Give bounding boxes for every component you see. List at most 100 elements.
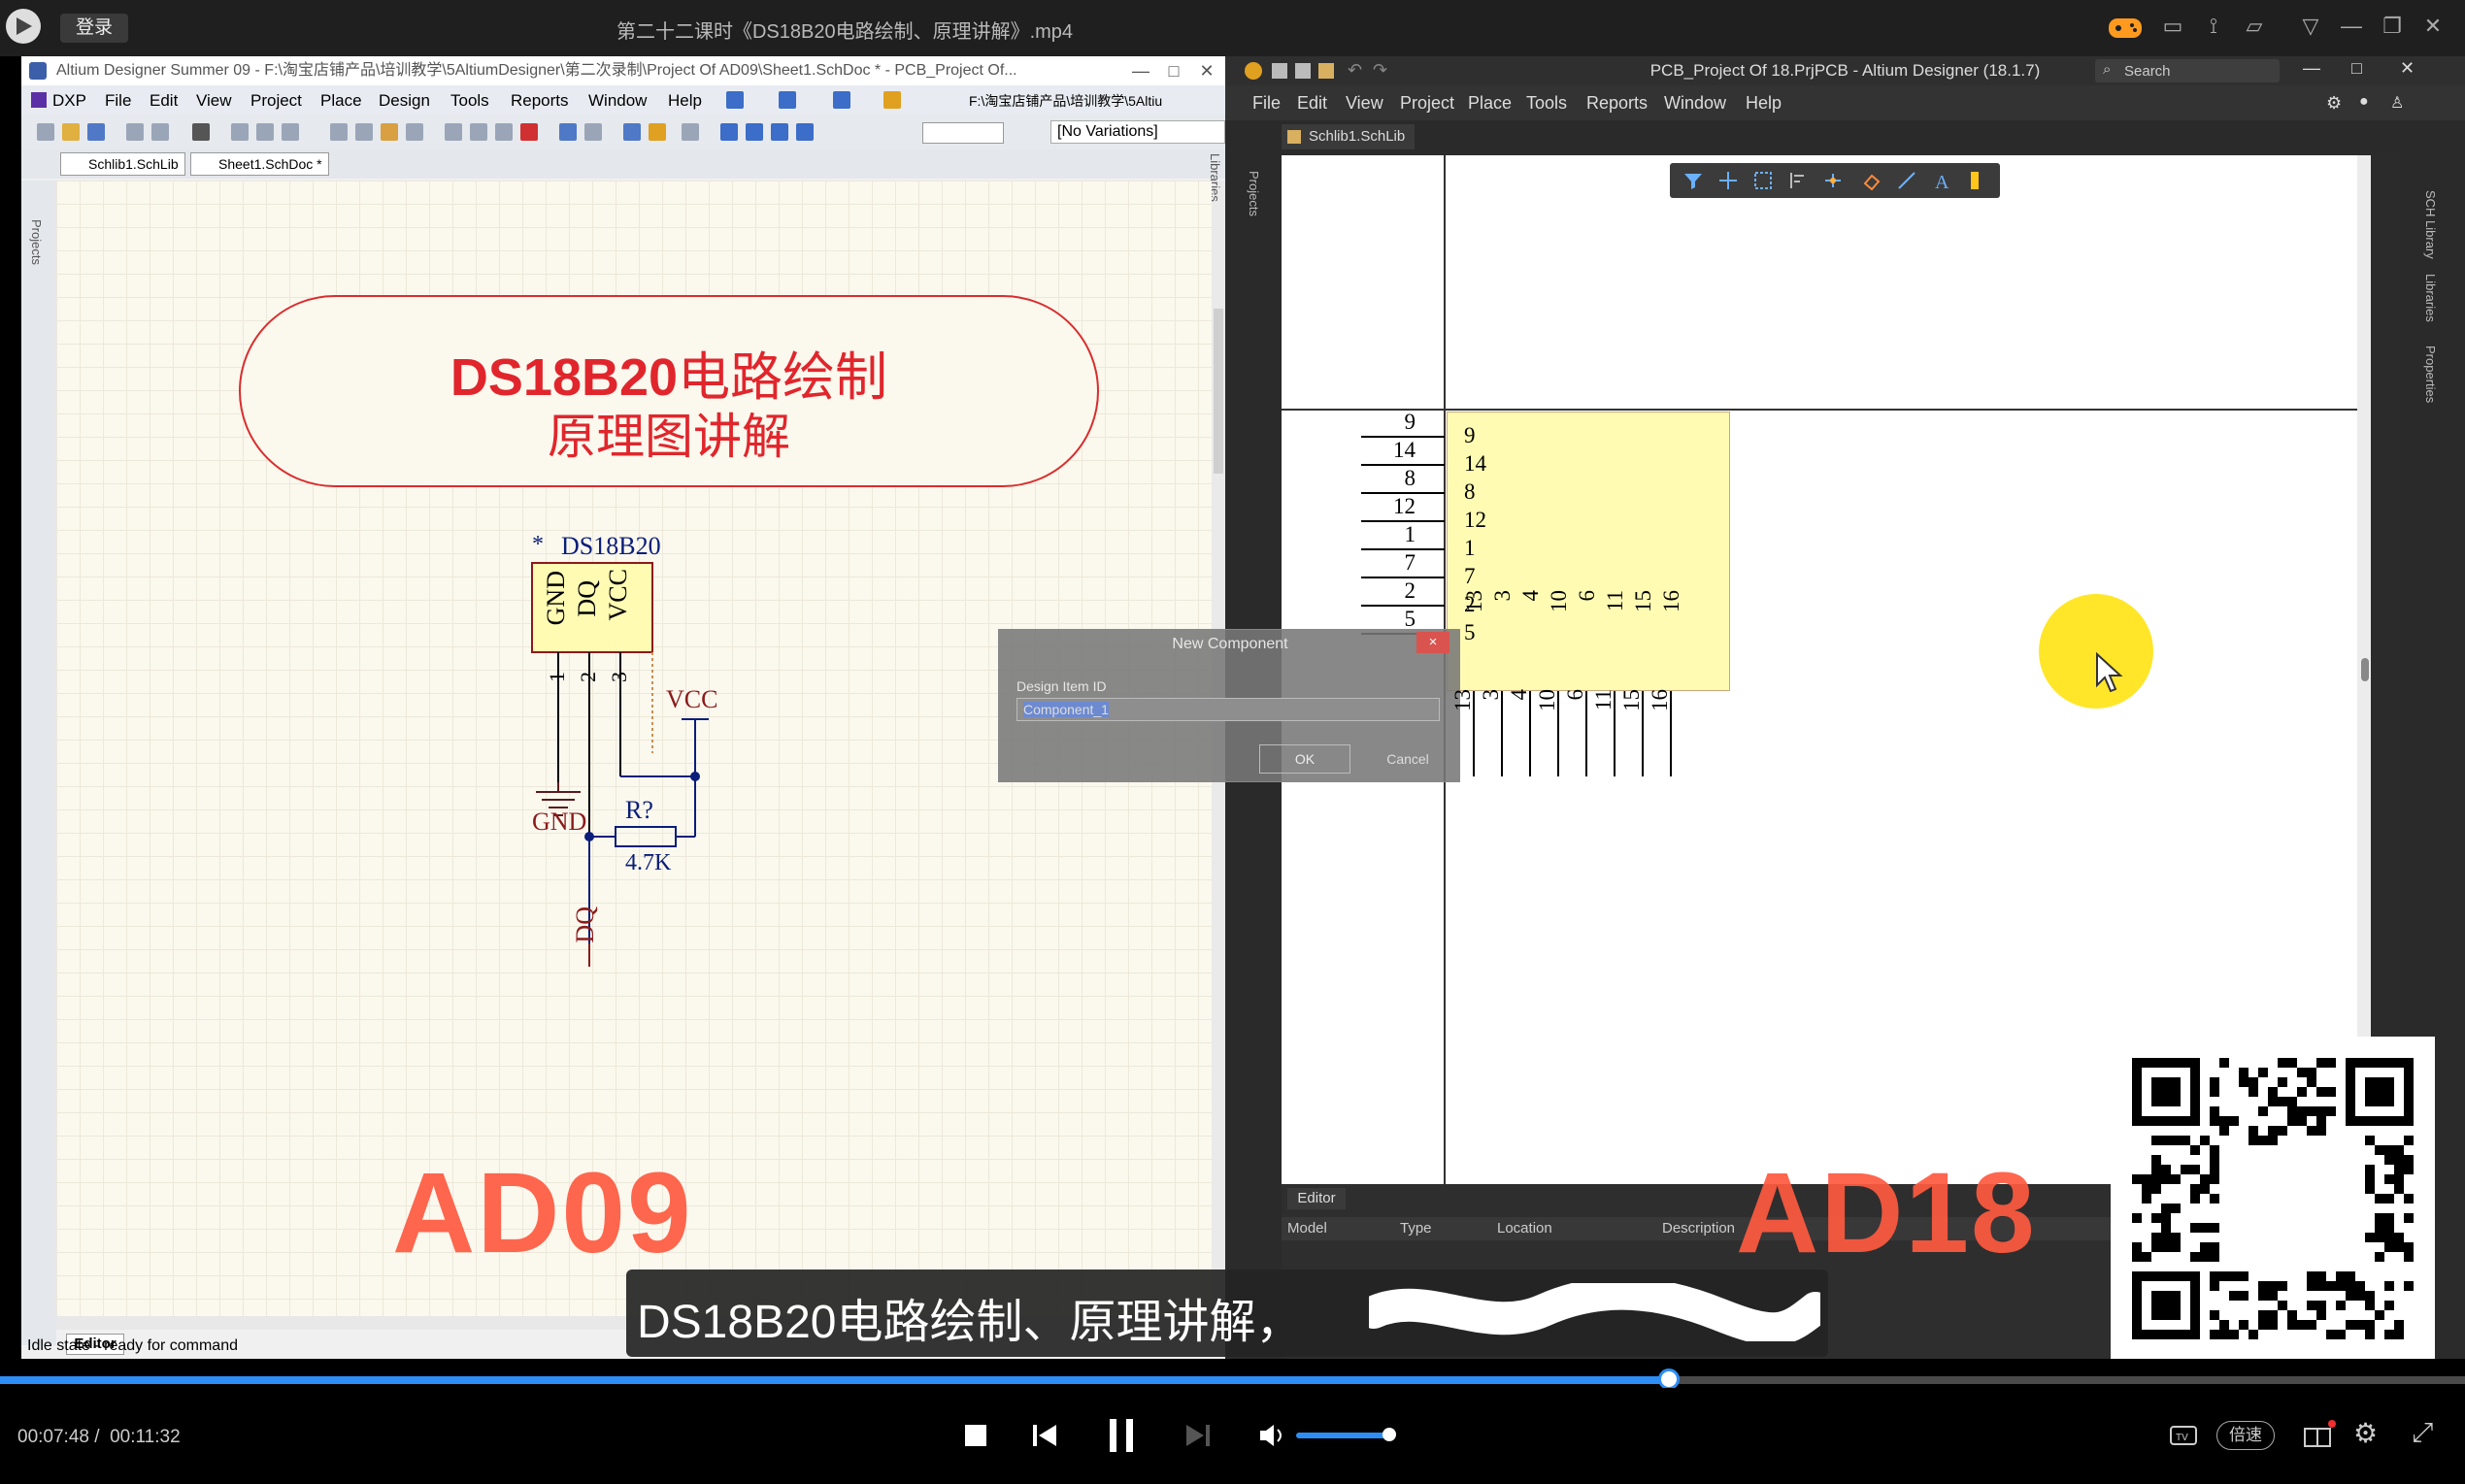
- ad18-minimize-icon[interactable]: —: [2303, 58, 2320, 79]
- wire-icon[interactable]: [720, 123, 738, 141]
- port-tool-icon[interactable]: [833, 91, 850, 109]
- ad18-open-icon[interactable]: [1318, 63, 1334, 79]
- zoom-fit-icon[interactable]: [231, 123, 249, 141]
- menu-place[interactable]: Place: [320, 91, 362, 111]
- ad18-menu-reports[interactable]: Reports: [1586, 93, 1648, 114]
- ad18-menu-edit[interactable]: Edit: [1297, 93, 1327, 114]
- undo-icon[interactable]: [559, 123, 577, 141]
- device-sheet-icon[interactable]: [192, 123, 210, 141]
- game-controller-icon[interactable]: [2107, 12, 2144, 43]
- restore-icon[interactable]: ❐: [2379, 13, 2406, 40]
- ad18-search-box[interactable]: ⌕ Search: [2095, 59, 2280, 82]
- tab-schlib1[interactable]: Schlib1.SchLib: [60, 152, 185, 176]
- variations-dropdown[interactable]: [No Variations]: [1050, 120, 1225, 144]
- ad18-undo-icon[interactable]: ↶: [1348, 60, 1362, 81]
- close-icon[interactable]: ✕: [2419, 13, 2447, 40]
- ad09-path-box[interactable]: F:\淘宝店铺产品\培训教学\5Altiu: [969, 91, 1162, 111]
- ad18-menu-view[interactable]: View: [1346, 93, 1383, 114]
- ad18-editor-tab[interactable]: Editor: [1287, 1188, 1346, 1209]
- dialog-ok-button[interactable]: OK: [1259, 744, 1350, 774]
- volume-handle[interactable]: [1382, 1428, 1396, 1441]
- ad18-saveall-icon[interactable]: [1295, 63, 1311, 79]
- ad18-close-icon[interactable]: ✕: [2400, 58, 2415, 79]
- ad18-notification-icon[interactable]: ●: [2359, 93, 2369, 111]
- volume-icon[interactable]: [1258, 1423, 1287, 1448]
- ad18-settings-icon[interactable]: ⚙: [2326, 93, 2342, 114]
- ieee-symbol-icon[interactable]: [1821, 169, 1845, 192]
- place-pin-icon[interactable]: [1716, 169, 1740, 192]
- place-part-icon[interactable]: [796, 123, 814, 141]
- cut-icon[interactable]: [330, 123, 348, 141]
- ad18-scroll-thumb[interactable]: [2361, 658, 2369, 681]
- volume-slider[interactable]: [1296, 1433, 1389, 1438]
- copy-icon[interactable]: [355, 123, 373, 141]
- design-item-id-input[interactable]: Component_1: [1016, 698, 1440, 721]
- power-tool-icon[interactable]: [883, 91, 901, 109]
- pause-icon[interactable]: [1107, 1417, 1136, 1454]
- ad09-maximize-icon[interactable]: □: [1161, 58, 1186, 83]
- cross-select-icon[interactable]: [495, 123, 513, 141]
- gift-icon[interactable]: [2301, 1419, 2336, 1450]
- tab-sheet1[interactable]: Sheet1.SchDoc *: [190, 152, 329, 176]
- highlight-tool-icon[interactable]: [1963, 169, 1986, 192]
- eraser-icon[interactable]: [1860, 169, 1883, 192]
- ad18-projects-panel-tab[interactable]: Projects: [1247, 171, 1261, 216]
- libraries-panel-tab-ad18[interactable]: Libraries: [2423, 274, 2438, 322]
- probe-icon[interactable]: [649, 123, 666, 141]
- bus-tool-icon[interactable]: [779, 91, 796, 109]
- browse-library-icon[interactable]: [682, 123, 699, 141]
- menu-view[interactable]: View: [196, 91, 232, 111]
- wire-tool-icon[interactable]: [726, 91, 744, 109]
- net-label-icon[interactable]: [746, 123, 763, 141]
- screen-icon[interactable]: ▭: [2159, 13, 2186, 40]
- col-model[interactable]: Model: [1287, 1220, 1327, 1237]
- open-icon[interactable]: [62, 123, 80, 141]
- line-tool-icon[interactable]: [1895, 169, 1918, 192]
- col-description[interactable]: Description: [1662, 1220, 1735, 1237]
- paste-icon[interactable]: [381, 123, 398, 141]
- menu-dxp[interactable]: DXP: [52, 91, 86, 111]
- rubber-stamp-icon[interactable]: [406, 123, 423, 141]
- menu-dropdown-icon[interactable]: ▽: [2297, 13, 2324, 40]
- bus-entry-icon[interactable]: [771, 123, 788, 141]
- menu-tools[interactable]: Tools: [450, 91, 489, 111]
- ad18-tab-schlib1[interactable]: Schlib1.SchLib: [1282, 124, 1416, 149]
- zoom-select-icon[interactable]: [282, 123, 299, 141]
- ad09-scroll-thumb[interactable]: [1214, 309, 1223, 474]
- zoom-area-icon[interactable]: [256, 123, 274, 141]
- sch-library-panel-tab[interactable]: SCH Library: [2423, 190, 2438, 259]
- previous-icon[interactable]: [1031, 1423, 1058, 1448]
- ad18-redo-icon[interactable]: ↷: [1373, 60, 1387, 81]
- menu-edit[interactable]: Edit: [150, 91, 178, 111]
- ad09-close-icon[interactable]: ✕: [1194, 58, 1219, 83]
- print-icon[interactable]: [126, 123, 144, 141]
- component-body[interactable]: [1447, 412, 1730, 691]
- menu-help[interactable]: Help: [668, 91, 702, 111]
- pin-icon[interactable]: ⟟: [2200, 13, 2227, 40]
- move-icon[interactable]: [470, 123, 487, 141]
- settings-icon[interactable]: ⚙: [2353, 1417, 2378, 1449]
- menu-project[interactable]: Project: [250, 91, 302, 111]
- dialog-cancel-button[interactable]: Cancel: [1362, 744, 1453, 774]
- select-rect-icon[interactable]: [1751, 169, 1775, 192]
- ad09-filter-combo[interactable]: [922, 122, 1004, 144]
- align-icon[interactable]: [1786, 169, 1810, 192]
- menu-reports[interactable]: Reports: [511, 91, 569, 111]
- ad18-menu-tools[interactable]: Tools: [1526, 93, 1567, 114]
- deselect-icon[interactable]: [520, 123, 538, 141]
- text-tool-icon[interactable]: A: [1930, 169, 1953, 192]
- ad18-menu-place[interactable]: Place: [1468, 93, 1512, 114]
- properties-panel-tab[interactable]: Properties: [2423, 346, 2438, 403]
- ad18-menu-window[interactable]: Window: [1664, 93, 1726, 114]
- ad18-menu-file[interactable]: File: [1252, 93, 1281, 114]
- projects-panel-tab[interactable]: Projects: [29, 219, 44, 265]
- filter-icon[interactable]: [1682, 169, 1705, 192]
- minimize-icon[interactable]: —: [2338, 13, 2365, 40]
- menu-design[interactable]: Design: [379, 91, 430, 111]
- ad09-minimize-icon[interactable]: —: [1128, 58, 1153, 83]
- tv-icon[interactable]: TV: [2169, 1423, 2198, 1448]
- col-location[interactable]: Location: [1497, 1220, 1552, 1237]
- menu-file[interactable]: File: [105, 91, 131, 111]
- col-type[interactable]: Type: [1400, 1220, 1432, 1237]
- ad18-maximize-icon[interactable]: □: [2351, 58, 2362, 79]
